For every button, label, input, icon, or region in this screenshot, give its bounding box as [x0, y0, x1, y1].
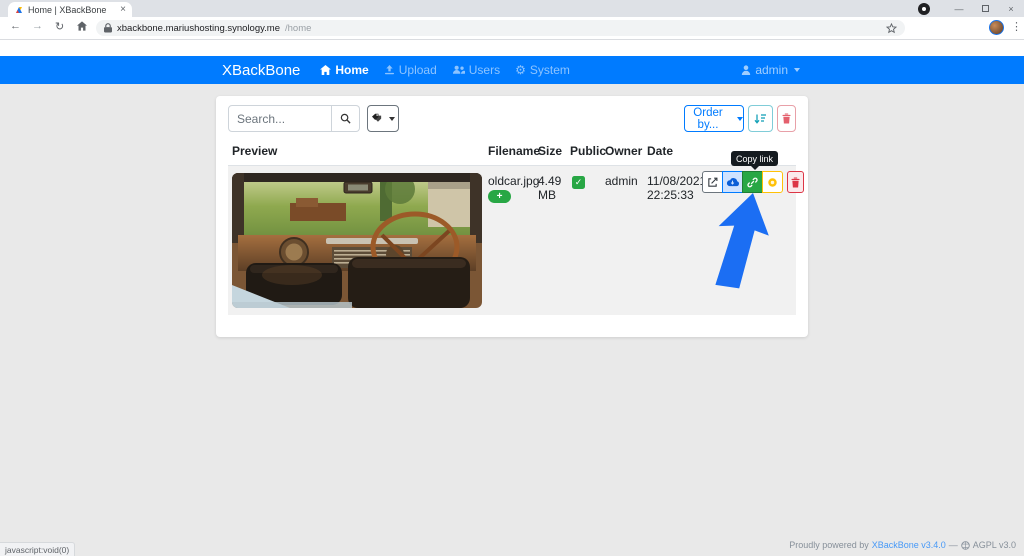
nav-upload-label: Upload — [398, 63, 437, 77]
forward-button[interactable]: → — [32, 20, 43, 32]
nav-home-label: Home — [335, 63, 369, 77]
tab-close-icon[interactable]: × — [120, 4, 126, 15]
trash-icon — [791, 176, 800, 188]
favicon-icon — [14, 5, 24, 15]
window-close-button[interactable]: × — [998, 4, 1024, 14]
nav-users-label: Users — [468, 63, 501, 77]
screen: Home | XBackBone × — × ← → ↻ xbackbone.m… — [0, 0, 1024, 556]
window-maximize-button[interactable] — [972, 4, 998, 14]
chevron-down-icon — [794, 68, 800, 72]
row-owner: admin — [605, 174, 638, 188]
oldcar-photo — [232, 173, 482, 308]
search-input[interactable] — [228, 105, 332, 132]
home-button[interactable] — [77, 21, 87, 34]
nav-system-label: System — [529, 63, 570, 77]
url-host: xbackbone.mariushosting.synology.me — [117, 22, 280, 34]
person-icon — [742, 65, 751, 75]
browser-status-bar: javascript:void(0) — [0, 542, 76, 556]
add-tag-button[interactable]: + — [488, 190, 511, 203]
chevron-down-icon — [737, 116, 743, 121]
table-row: oldcar.jpg + 4.49 MB ✓ admin 11/08/2021 … — [228, 165, 804, 315]
tags-icon — [372, 113, 382, 122]
nav-item-system[interactable]: ⚙ System — [515, 63, 570, 77]
row-actions — [702, 171, 804, 193]
col-public: Public — [570, 144, 607, 158]
col-size: Size — [538, 144, 563, 158]
footer-dash: — — [948, 540, 958, 550]
edit-icon — [708, 177, 718, 187]
window-minimize-button[interactable]: — — [946, 4, 972, 14]
edit-button[interactable] — [702, 171, 723, 193]
row-date: 11/08/2021 — [647, 174, 707, 188]
url-bar[interactable]: xbackbone.mariushosting.synology.me/home — [96, 20, 905, 36]
nav-item-home[interactable]: Home — [320, 63, 369, 77]
sort-direction-button[interactable] — [748, 105, 773, 132]
preview-image[interactable] — [232, 173, 482, 308]
delete-button[interactable] — [787, 171, 804, 193]
row-filename: oldcar.jpg — [488, 174, 540, 188]
footer-prefix: Proudly powered by — [789, 540, 869, 550]
public-checkbox[interactable]: ✓ — [572, 176, 585, 189]
copy-link-tooltip: Copy link — [731, 151, 779, 170]
footer-version-link[interactable]: XBackBone v3.4.0 — [872, 540, 946, 550]
tab-title: Home | XBackBone — [28, 4, 107, 15]
users-icon — [452, 65, 465, 74]
sun-icon — [768, 177, 777, 187]
row-time: 22:25:33 — [647, 188, 694, 202]
sort-amount-icon — [754, 113, 766, 124]
user-menu[interactable]: admin — [741, 63, 800, 77]
order-by-dropdown[interactable]: Order by... — [684, 105, 744, 132]
agpl-icon — [961, 540, 970, 550]
search-button[interactable] — [332, 105, 360, 132]
nav-item-upload[interactable]: Upload — [384, 63, 437, 77]
content-card: Order by... Preview Filename Size Public… — [216, 96, 808, 337]
app-navbar: XBackBone Home Upload Users ⚙ System adm… — [0, 56, 1024, 84]
reload-button[interactable]: ↻ — [55, 20, 64, 33]
lock-icon — [104, 23, 112, 33]
bookmark-star-icon[interactable] — [886, 22, 897, 34]
browser-profile-icon[interactable] — [918, 2, 930, 15]
bulk-delete-button[interactable] — [777, 105, 796, 132]
page-top-strip — [0, 40, 1024, 56]
controls-row: Order by... — [228, 105, 796, 132]
tags-filter-button[interactable] — [367, 105, 399, 132]
home-icon — [320, 65, 332, 75]
back-button[interactable]: ← — [10, 20, 21, 32]
chevron-down-icon — [389, 116, 395, 121]
copy-link-button[interactable] — [742, 171, 763, 193]
table-header: Preview Filename Size Public Owner Date — [228, 140, 796, 165]
col-preview: Preview — [232, 144, 278, 158]
link-icon — [747, 177, 758, 187]
search-icon — [340, 113, 351, 124]
browser-tab-strip: Home | XBackBone × — × — [0, 0, 1024, 17]
browser-tab[interactable]: Home | XBackBone × — [8, 2, 132, 17]
nav-item-users[interactable]: Users — [452, 63, 500, 77]
browser-toolbar: ← → ↻ xbackbone.mariushosting.synology.m… — [0, 17, 1024, 40]
publish-toggle-button[interactable] — [762, 171, 783, 193]
user-menu-label: admin — [755, 63, 788, 77]
app-footer: Proudly powered by XBackBone v3.4.0 — AG… — [789, 540, 1016, 550]
browser-avatar[interactable] — [989, 20, 1004, 35]
row-size-unit: MB — [538, 188, 556, 202]
trash-icon — [782, 113, 791, 124]
url-path: /home — [285, 22, 312, 34]
window-controls: — × — [918, 0, 1024, 17]
browser-menu-icon[interactable]: ⋮ — [1011, 20, 1022, 33]
row-size-value: 4.49 — [538, 174, 562, 188]
app-brand[interactable]: XBackBone — [222, 62, 300, 79]
col-filename: Filename — [488, 144, 541, 158]
col-owner: Owner — [605, 144, 643, 158]
order-by-label: Order by... — [693, 106, 723, 131]
cloud-download-icon — [726, 178, 739, 187]
upload-icon — [384, 65, 394, 75]
footer-license: AGPL v3.0 — [972, 540, 1016, 550]
gear-icon: ⚙ — [515, 63, 526, 77]
download-button[interactable] — [722, 171, 743, 193]
col-date: Date — [647, 144, 674, 158]
